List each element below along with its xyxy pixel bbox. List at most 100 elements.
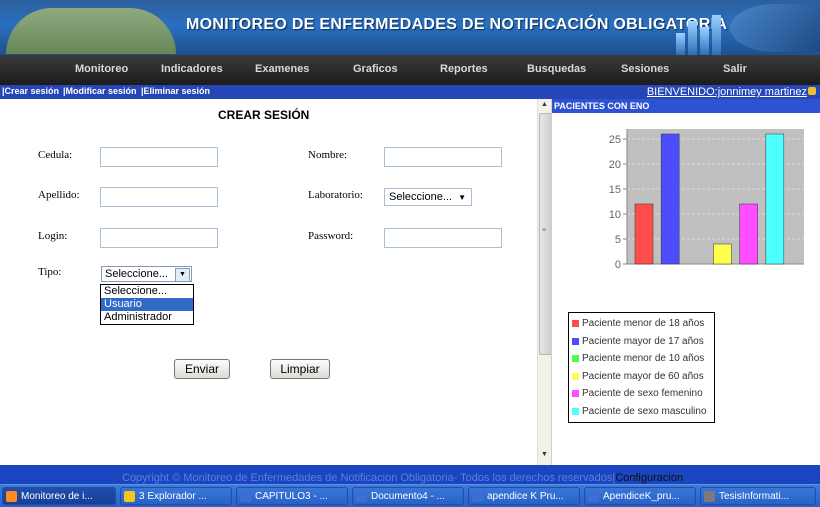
legend-label: Paciente de sexo femenino	[582, 388, 703, 400]
taskbar-button-label: TesisInformati...	[719, 491, 790, 502]
laboratorio-label: Laboratorio:	[308, 189, 363, 201]
bar	[634, 203, 654, 265]
legend-item: Paciente mayor de 60 años	[569, 368, 714, 386]
taskbar-button[interactable]: apendice K Pru...	[468, 487, 580, 505]
taskbar-button-label: ApendiceK_pru...	[603, 491, 680, 502]
tipo-selected-value: Seleccione...	[105, 268, 168, 280]
apellido-label: Apellido:	[38, 189, 80, 201]
tipo-select[interactable]: Seleccione... ▼	[101, 266, 192, 282]
session-submenu: |Crear sesión |Modificar sesión |Elimina…	[0, 85, 820, 99]
login-label: Login:	[38, 230, 68, 242]
y-tick-label: 25	[609, 134, 621, 146]
taskbar-button-label: CAPITULO3 - ...	[255, 491, 328, 502]
legend-swatch	[572, 372, 579, 380]
header-bar-graphic	[712, 15, 721, 55]
nombre-input[interactable]	[384, 147, 502, 167]
nombre-label: Nombre:	[308, 149, 348, 161]
bar	[765, 133, 785, 265]
menu-reportes[interactable]: Reportes	[440, 63, 488, 75]
taskbar-button-label: 3 Explorador ...	[139, 491, 207, 502]
taskbar-button[interactable]: Monitoreo de i...	[2, 487, 116, 505]
page-footer: Copyright © Monitoreo de Enfermedades de…	[0, 465, 820, 484]
form-title: CREAR SESIÓN	[218, 108, 310, 122]
link-crear-sesion[interactable]: |Crear sesión	[2, 86, 59, 96]
taskbar-button-label: Monitoreo de i...	[21, 491, 93, 502]
scroll-up-icon[interactable]: ▲	[541, 101, 548, 108]
main-menu: Monitoreo Indicadores Examenes Graficos …	[0, 55, 820, 88]
legend-swatch	[572, 407, 579, 415]
windows-taskbar: Monitoreo de i... 3 Explorador ... CAPITUL…	[0, 484, 820, 507]
tipo-dropdown-list: Seleccione... Usuario Administrador	[100, 284, 194, 325]
welcome-message: BIENVENIDO:jonnimey martinez	[647, 86, 816, 98]
bar	[660, 133, 680, 265]
create-session-form: CREAR SESIÓN Cedula: Nombre: Apellido: L…	[0, 99, 537, 465]
folder-icon	[124, 491, 135, 502]
menu-indicadores[interactable]: Indicadores	[161, 63, 223, 75]
taskbar-button[interactable]: ApendiceK_pru...	[584, 487, 696, 505]
form-scrollbar[interactable]: ▲ ≡ ▼	[537, 99, 552, 465]
tipo-label: Tipo:	[38, 266, 62, 278]
taskbar-button[interactable]: 3 Explorador ...	[120, 487, 232, 505]
tipo-option-usuario[interactable]: Usuario	[101, 298, 193, 311]
link-eliminar-sesion[interactable]: |Eliminar sesión	[141, 86, 210, 96]
header-decoration	[730, 4, 820, 52]
tipo-option-administrador[interactable]: Administrador	[101, 311, 193, 324]
legend-label: Paciente mayor de 60 años	[582, 370, 704, 382]
user-icon	[808, 87, 816, 95]
password-label: Password:	[308, 230, 354, 242]
menu-graficos[interactable]: Graficos	[353, 63, 398, 75]
app-header: MONITOREO DE ENFERMEDADES DE NOTIFICACIÓ…	[0, 0, 820, 55]
menu-monitoreo[interactable]: Monitoreo	[75, 63, 128, 75]
legend-swatch	[572, 390, 579, 398]
word-document-icon	[356, 491, 367, 502]
legend-item: Paciente menor de 10 años	[569, 350, 714, 368]
scroll-down-icon[interactable]: ▼	[541, 451, 548, 458]
header-bar-graphic	[676, 33, 685, 55]
legend-label: Paciente mayor de 17 años	[582, 335, 704, 347]
limpiar-button[interactable]: Limpiar	[270, 359, 330, 379]
chevron-down-icon[interactable]: ▼	[175, 268, 190, 282]
legend-label: Paciente menor de 10 años	[582, 353, 705, 365]
configuracion-link[interactable]: Configuracion	[615, 472, 683, 484]
password-input[interactable]	[384, 228, 502, 248]
legend-item: Paciente menor de 18 años	[569, 315, 714, 333]
legend-swatch	[572, 355, 579, 363]
app-title: MONITOREO DE ENFERMEDADES DE NOTIFICACIÓ…	[186, 16, 728, 33]
login-input[interactable]	[100, 228, 218, 248]
word-document-icon	[588, 491, 599, 502]
laboratorio-selected-value: Seleccione...	[389, 191, 452, 203]
legend-swatch	[572, 337, 579, 345]
bar	[713, 243, 732, 265]
app-icon	[704, 491, 715, 502]
menu-busquedas[interactable]: Busquedas	[527, 63, 586, 75]
word-document-icon	[240, 491, 251, 502]
taskbar-button[interactable]: CAPITULO3 - ...	[236, 487, 348, 505]
menu-salir[interactable]: Salir	[723, 63, 747, 75]
taskbar-button-label: Documento4 - ...	[371, 491, 445, 502]
enviar-button[interactable]: Enviar	[174, 359, 230, 379]
laboratorio-select[interactable]: Seleccione... ▼	[384, 188, 472, 206]
header-bar-graphic	[700, 27, 709, 55]
link-modificar-sesion[interactable]: |Modificar sesión	[63, 86, 137, 96]
y-tick-label: 15	[609, 184, 621, 196]
welcome-text: BIENVENIDO:jonnimey martinez	[646, 86, 807, 98]
cedula-label: Cedula:	[38, 149, 73, 161]
apellido-input[interactable]	[100, 187, 218, 207]
legend-swatch	[572, 320, 579, 328]
panel-title: PACIENTES CON ENO	[552, 99, 820, 113]
copyright-text: Copyright © Monitoreo de Enfermedades de…	[122, 472, 683, 484]
legend-label: Paciente de sexo masculino	[582, 405, 707, 417]
patients-bar-chart: 0 5 10 15 20 25	[609, 129, 804, 269]
tipo-option-seleccione[interactable]: Seleccione...	[101, 285, 193, 298]
y-tick-label: 10	[609, 209, 621, 221]
chevron-down-icon: ▼	[458, 193, 466, 202]
cedula-input[interactable]	[100, 147, 218, 167]
y-tick-label: 20	[609, 159, 621, 171]
menu-sesiones[interactable]: Sesiones	[621, 63, 669, 75]
header-logo-swoosh	[6, 8, 176, 54]
taskbar-button[interactable]: TesisInformati...	[700, 487, 816, 505]
legend-item: Paciente mayor de 17 años	[569, 333, 714, 351]
menu-examenes[interactable]: Examenes	[255, 63, 309, 75]
taskbar-button[interactable]: Documento4 - ...	[352, 487, 464, 505]
word-document-icon	[472, 491, 483, 502]
